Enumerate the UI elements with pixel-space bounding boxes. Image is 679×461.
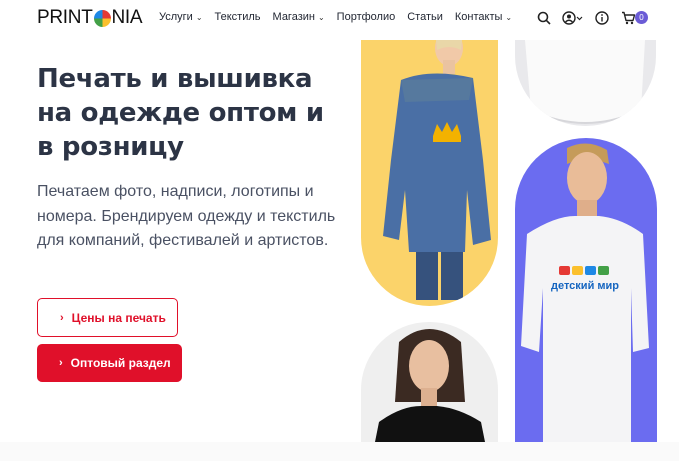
nav-item-textile[interactable]: Текстиль [215, 11, 261, 23]
nav-item-contacts[interactable]: Контакты ⌄ [455, 11, 512, 23]
info-icon[interactable] [594, 10, 610, 26]
nav-item-articles[interactable]: Статьи [407, 11, 443, 23]
chevron-down-icon: ⌄ [195, 12, 203, 22]
main-nav: Услуги ⌄ Текстиль Магазин ⌄ Портфолио Ст… [159, 11, 524, 23]
prices-button-label: Цены на печать [71, 310, 166, 325]
nav-label: Услуги [159, 11, 193, 23]
site-header: PRINT NIA Услуги ⌄ Текстиль Магазин ⌄ По… [0, 0, 679, 36]
account-icon[interactable] [562, 10, 584, 26]
nav-label: Портфолио [336, 11, 396, 23]
white-shirt-photo [515, 40, 656, 126]
nav-item-portfolio[interactable]: Портфолио [337, 11, 396, 23]
hero-subtitle: Печатаем фото, надписи, логотипы и номер… [37, 183, 336, 249]
nav-label: Текстиль [214, 11, 261, 23]
chevron-down-icon: ⌄ [317, 12, 325, 22]
logo-color-wheel-icon [93, 9, 111, 27]
nav-item-shop[interactable]: Магазин ⌄ [273, 11, 325, 23]
nav-item-services[interactable]: Услуги ⌄ [159, 11, 203, 23]
wholesale-button[interactable]: › Оптовый раздел [37, 344, 182, 382]
chevron-right-icon: › [60, 311, 64, 324]
chevron-down-icon: ⌄ [505, 12, 513, 22]
header-tools: 0 [536, 10, 648, 26]
cart-icon[interactable] [620, 10, 636, 26]
wholesale-button-label: Оптовый раздел [70, 356, 171, 370]
kid-denim-jacket-photo [361, 40, 498, 306]
nav-label: Статьи [407, 11, 443, 23]
prices-button[interactable]: › Цены на печать [37, 298, 178, 337]
cart-count-badge: 0 [635, 11, 648, 24]
man-tshirt-photo: детский мир [515, 138, 657, 442]
logo-text-start: PRINT [37, 7, 93, 28]
logo-text-end: NIA [111, 7, 143, 28]
woman-photo [361, 322, 498, 442]
logo[interactable]: PRINT NIA [37, 7, 143, 29]
nav-label: Магазин [272, 11, 315, 23]
shirt-print-text: детский мир [551, 280, 619, 292]
hero-title: Печать и вышивка на одежде оптом и в роз… [37, 64, 324, 162]
search-icon[interactable] [536, 10, 552, 26]
chevron-right-icon: › [59, 357, 63, 369]
page-bottom-strip [0, 442, 679, 461]
nav-label: Контакты [454, 11, 503, 23]
